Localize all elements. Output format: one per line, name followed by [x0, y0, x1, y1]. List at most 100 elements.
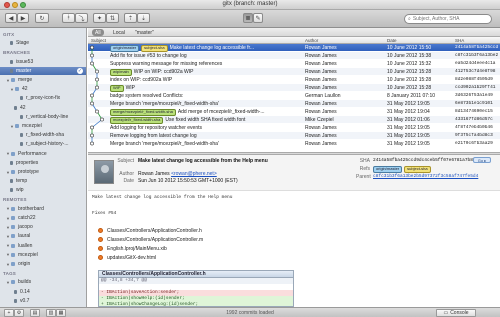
commit-subject-text: Add logging for repository watcher event… — [110, 125, 202, 131]
ref-badge[interactable]: origin/master — [110, 45, 140, 52]
sidebar-section-header: TAGS — [0, 269, 86, 277]
ref-badge[interactable]: mcezpiel/r_fixed-width-sha — [110, 117, 164, 124]
commit-message-line: Fixes #54 — [92, 211, 117, 216]
sidebar-item[interactable]: Stage — [0, 39, 86, 47]
history-row[interactable]: mcezpiel/r_fixed-width-sha Use fixed widt… — [88, 116, 500, 124]
changed-file-item[interactable]: Classes/Controllers/ApplicationControlle… — [98, 236, 203, 243]
sidebar-item[interactable]: ▼ origin — [0, 260, 86, 268]
sidebar-item[interactable]: ▼ mcezpiel — [0, 122, 86, 130]
sidebar-item[interactable]: ▼ builds — [0, 278, 86, 286]
sidebar-item[interactable]: ▼ luallen — [0, 242, 86, 250]
column-header-date[interactable]: Date — [387, 38, 397, 43]
column-header-subject[interactable]: Subject — [91, 38, 106, 43]
disclosure-triangle-icon[interactable]: ▼ — [6, 252, 10, 257]
sidebar-item[interactable]: 0.14 — [0, 288, 86, 296]
history-row[interactable]: Suppress warning message for missing ref… — [88, 60, 500, 67]
changed-file-item[interactable]: English.lproj/MainMenu.xib — [98, 245, 167, 252]
graph-node — [100, 117, 104, 122]
search-input[interactable] — [412, 16, 483, 22]
sidebar-item[interactable]: ▼ catch22 — [0, 214, 86, 222]
disclosure-triangle-icon[interactable]: ▼ — [6, 280, 10, 285]
sidebar-item[interactable]: v0.7 — [0, 297, 86, 305]
disclosure-triangle-icon[interactable]: ▼ — [6, 225, 10, 230]
commit-sha-cell: 6e873b1e1c9101 — [455, 101, 493, 106]
disclosure-triangle-icon[interactable]: ▼ — [6, 216, 10, 221]
history-row[interactable]: badge system resolved Conflicts: German L… — [88, 92, 500, 99]
disclosure-triangle-icon[interactable]: ▼ — [6, 262, 10, 267]
sidebar-item[interactable]: 42 — [0, 104, 86, 112]
ref-badge[interactable]: subject-sha — [404, 166, 431, 173]
disclosure-triangle-icon[interactable]: ▼ — [6, 243, 10, 248]
scope-local-button[interactable]: Local — [110, 29, 128, 36]
disclosure-triangle-icon[interactable]: ▼ — [6, 151, 10, 156]
sidebar-item[interactable]: ▼ laural — [0, 232, 86, 240]
sidebar-item[interactable]: temp — [0, 177, 86, 185]
column-header-author[interactable]: Author — [305, 38, 318, 43]
ref-badge[interactable]: WIP — [110, 85, 124, 92]
commit-view-button[interactable]: ✎ — [253, 13, 263, 23]
merge-button[interactable]: ⤵ — [75, 13, 88, 23]
parent-sha-link[interactable]: c8fc31b3f6a13be2b5d97372f3c58af747fe5d4 — [373, 174, 478, 179]
history-view-button[interactable]: ≣ — [243, 13, 253, 23]
sidebar-item[interactable]: ▼ mcezpiel — [0, 251, 86, 259]
history-row[interactable]: wip/main WIP on WIP: ccd902a WIP Rowan Jam… — [88, 68, 500, 76]
branch-icon — [10, 160, 13, 165]
ref-badge[interactable]: origin/master — [373, 166, 403, 173]
search-field[interactable]: ⌕ — [404, 14, 492, 24]
sidebar-item[interactable]: wip — [0, 186, 86, 194]
sidebar-item[interactable]: r_subject-history-... — [0, 140, 86, 148]
forward-button[interactable]: ▶ — [17, 13, 29, 23]
ref-badge[interactable]: subject-sha — [141, 45, 168, 52]
push-button[interactable]: ⇡ — [124, 13, 137, 23]
pull-button[interactable]: ⇣ — [137, 13, 150, 23]
changed-file-item[interactable]: updates/GitX-dev.html — [98, 254, 156, 261]
author-email-link[interactable]: <rowan@phere.net> — [171, 171, 217, 177]
history-row[interactable]: origin/master subject-sha Make latest chan… — [88, 44, 500, 52]
disclosure-triangle-icon[interactable]: ▼ — [10, 124, 14, 129]
scope-all-button[interactable]: All — [92, 29, 104, 36]
history-row[interactable]: Add fix for issue #53 to change log Rowan… — [88, 52, 500, 59]
sidebar-item[interactable]: r_vertical-body-line — [0, 113, 86, 121]
disclosure-triangle-icon[interactable]: ▼ — [6, 78, 10, 83]
folder-icon — [11, 234, 15, 239]
disclosure-triangle-icon[interactable]: ▼ — [10, 87, 14, 92]
cherry-pick-button[interactable]: ✦ — [93, 13, 106, 23]
refresh-button[interactable]: ↻ — [35, 13, 49, 23]
sidebar-item[interactable]: ▼ merge — [0, 76, 86, 84]
history-row[interactable]: Remove logging from latest change log Row… — [88, 132, 500, 139]
changed-file-item[interactable]: Classes/Controllers/ApplicationControlle… — [98, 227, 202, 234]
goto-commit-button[interactable]: Go ▸ — [473, 157, 491, 163]
sidebar-item[interactable]: properties — [0, 159, 86, 167]
history-row[interactable]: Merge branch 'merge/mcezpiel/r_fixed-wid… — [88, 140, 500, 147]
author-label: Author — [119, 171, 134, 177]
sidebar-item[interactable]: ▼ 42 — [0, 85, 86, 93]
console-button[interactable]: ▭ Console — [436, 309, 476, 317]
commit-sha-cell: ea5d24d4eee4c1a — [455, 61, 496, 66]
ref-badge[interactable]: merge/mcezpiel/r_fixed-width-sha — [110, 109, 176, 116]
toolbar: ◀ ▶ ↻ ᚼ ⤵ ✦ ⇅ ⇡ ⇣ ≣ ✎ ⌕ — [0, 10, 500, 28]
branch-button[interactable]: ᚼ — [62, 13, 75, 23]
history-row[interactable]: merge/mcezpiel/r_fixed-width-sha Add merg… — [88, 108, 500, 116]
sidebar-item[interactable]: ▼ jacopo — [0, 223, 86, 231]
disclosure-triangle-icon[interactable]: ▼ — [6, 234, 10, 239]
column-header-sha[interactable]: SHA — [455, 38, 464, 43]
scope-bar: All Local "master" — [88, 28, 500, 37]
back-button[interactable]: ◀ — [5, 13, 17, 23]
history-row[interactable]: Add logging for repository watcher event… — [88, 124, 500, 131]
sidebar-item[interactable]: ▼ Performance — [0, 150, 86, 158]
history-row[interactable]: Merge branch 'merge/mcezpiel/r_fixed-wid… — [88, 100, 500, 107]
sidebar-item[interactable]: master ✓ — [0, 66, 86, 75]
sidebar-item[interactable]: ▼ prototype — [0, 168, 86, 176]
branch-icon — [10, 188, 13, 193]
rebase-button[interactable]: ⇅ — [106, 13, 119, 23]
disclosure-triangle-icon[interactable]: ▼ — [6, 170, 10, 175]
sidebar-item[interactable]: r_proxy-icon-fix — [0, 94, 86, 102]
sidebar-item[interactable]: ▼ brotherbard — [0, 205, 86, 213]
ref-badge[interactable]: wip/main — [110, 69, 132, 76]
history-row[interactable]: WIP WIP Rowan James 10 June 2012 15:28 ccd90… — [88, 84, 500, 92]
disclosure-triangle-icon[interactable]: ▼ — [6, 206, 10, 211]
sidebar-item[interactable]: r_fixed-width-sha — [0, 131, 86, 139]
sidebar-item[interactable]: issue53 — [0, 58, 86, 66]
history-row[interactable]: index on WIP: ccd902a WIP Rowan James 10 J… — [88, 76, 500, 83]
scope-current-button[interactable]: "master" — [132, 29, 157, 36]
